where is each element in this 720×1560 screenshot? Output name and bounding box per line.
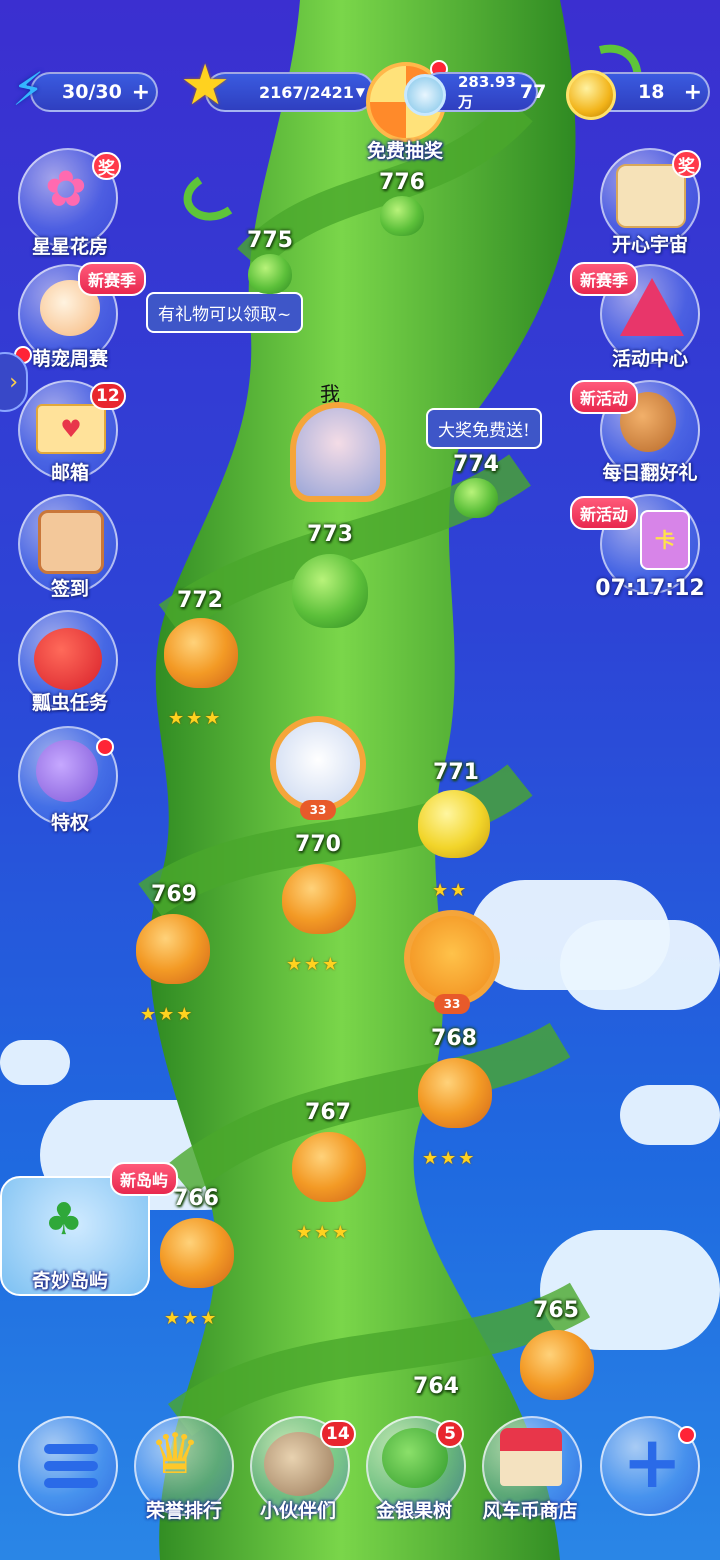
level-768-number: 768 xyxy=(431,1026,477,1051)
level-776-node[interactable] xyxy=(380,196,424,236)
star-icon: ★ xyxy=(180,53,231,118)
add-reddot xyxy=(678,1426,696,1444)
player-avatar[interactable] xyxy=(290,402,386,502)
star-value: 2167/2421 xyxy=(259,82,354,102)
plus-icon: + xyxy=(622,1420,683,1504)
ladybug-icon xyxy=(34,628,102,690)
new-island-tag: 新岛屿 xyxy=(110,1162,179,1196)
ladybug-task-label[interactable]: 瓢虫任务 xyxy=(0,688,140,715)
checkin-label[interactable]: 签到 xyxy=(0,574,140,601)
level-773-number: 773 xyxy=(307,522,353,547)
friend-level-badge: 33 xyxy=(300,800,336,820)
card-icon: 卡 xyxy=(640,510,690,570)
level-766-node[interactable] xyxy=(160,1218,234,1288)
level-776-number: 776 xyxy=(379,170,425,195)
privilege-label[interactable]: 特权 xyxy=(0,808,140,835)
level-765-number: 765 xyxy=(533,1298,579,1323)
level-773-node[interactable] xyxy=(292,554,368,628)
level-766-stars: ★★★ xyxy=(164,1308,219,1329)
level-770-node[interactable] xyxy=(282,864,356,934)
new-activity-tag: 新活动 xyxy=(570,496,639,530)
level-767-stars: ★★★ xyxy=(296,1222,351,1243)
coin-value: 283.93万 xyxy=(458,72,516,111)
prize-bubble[interactable]: 大奖免费送! xyxy=(426,408,542,449)
new-activity-tag: 新活动 xyxy=(570,380,639,414)
level-774-node[interactable] xyxy=(454,478,498,518)
crown-icon: ♛ xyxy=(150,1422,201,1487)
shop-icon xyxy=(500,1428,562,1486)
pinwheel-shop-label[interactable]: 风车币商店 xyxy=(470,1496,590,1523)
envelope-icon: ♥ xyxy=(36,404,106,454)
friend-avatar[interactable] xyxy=(270,716,366,812)
reward-tag: 奖 xyxy=(672,150,701,178)
daily-gift-label[interactable]: 每日翻好礼 xyxy=(580,458,720,485)
level-769-node[interactable] xyxy=(136,914,210,984)
energy-counter[interactable]: 30/30 + xyxy=(30,72,158,112)
gift-bubble[interactable]: 有礼物可以领取~ xyxy=(146,292,304,333)
reward-tag: 奖 xyxy=(92,152,121,180)
activity-center-label[interactable]: 活动中心 xyxy=(580,344,720,371)
coin-extra-value: 77 xyxy=(519,81,547,103)
monster-avatar[interactable] xyxy=(404,910,500,1006)
new-season-tag: 新赛季 xyxy=(78,262,147,296)
level-772-stars: ★★★ xyxy=(168,708,223,729)
list-icon xyxy=(44,1444,98,1488)
level-767-node[interactable] xyxy=(292,1132,366,1202)
level-765-node[interactable] xyxy=(520,1330,594,1400)
wonder-island-label[interactable]: 奇妙岛屿 xyxy=(0,1266,140,1293)
energy-value: 30/30 xyxy=(62,81,122,103)
money-tree-badge: 5 xyxy=(436,1420,464,1448)
level-771-node[interactable] xyxy=(418,790,490,858)
level-772-number: 772 xyxy=(177,588,223,613)
gold-coin-icon xyxy=(566,70,616,120)
happy-universe-label[interactable]: 开心宇宙 xyxy=(580,230,720,257)
mailbox-label[interactable]: 邮箱 xyxy=(0,458,140,485)
honor-ranking-label[interactable]: 荣誉排行 xyxy=(124,1496,244,1523)
mailbox-badge: 12 xyxy=(90,382,126,410)
friends-label[interactable]: 小伙伴们 xyxy=(238,1496,358,1523)
calendar-icon xyxy=(38,510,104,574)
lightning-icon: ⚡ xyxy=(12,62,45,116)
level-771-stars: ★★ xyxy=(432,880,469,901)
level-770-stars: ★★★ xyxy=(286,954,341,975)
level-775-number: 775 xyxy=(247,228,293,253)
gold-value: 18 xyxy=(638,81,665,103)
level-764-number: 764 xyxy=(413,1374,459,1399)
owl-icon xyxy=(36,740,98,802)
palm-tree-icon: ♣ xyxy=(44,1194,84,1245)
level-772-node[interactable] xyxy=(164,618,238,688)
level-770-number: 770 xyxy=(295,832,341,857)
monster-level-badge: 33 xyxy=(434,994,470,1014)
level-769-stars: ★★★ xyxy=(140,1004,195,1025)
event-countdown: 07:17:12 xyxy=(595,576,705,601)
energy-plus-icon[interactable]: + xyxy=(132,80,150,105)
level-771-number: 771 xyxy=(433,760,479,785)
level-775-node[interactable] xyxy=(248,254,292,294)
privilege-reddot xyxy=(96,738,114,756)
friends-badge: 14 xyxy=(320,1420,356,1448)
free-lottery-label[interactable]: 免费抽奖 xyxy=(335,136,475,163)
level-768-stars: ★★★ xyxy=(422,1148,477,1169)
chevron-down-icon: ▼ xyxy=(355,85,365,99)
new-season-tag: 新赛季 xyxy=(570,262,639,296)
star-flower-house-label[interactable]: 星星花房 xyxy=(0,232,140,259)
level-768-node[interactable] xyxy=(418,1058,492,1128)
level-774-number: 774 xyxy=(453,452,499,477)
level-767-number: 767 xyxy=(305,1100,351,1125)
level-769-number: 769 xyxy=(151,882,197,907)
gold-plus-icon[interactable]: + xyxy=(684,80,702,105)
star-counter[interactable]: 2167/2421 ▼ xyxy=(205,72,375,112)
money-tree-label[interactable]: 金银果树 xyxy=(354,1496,474,1523)
pinwheel-coin-icon xyxy=(404,74,446,116)
flower-icon: ✿ xyxy=(45,160,87,218)
